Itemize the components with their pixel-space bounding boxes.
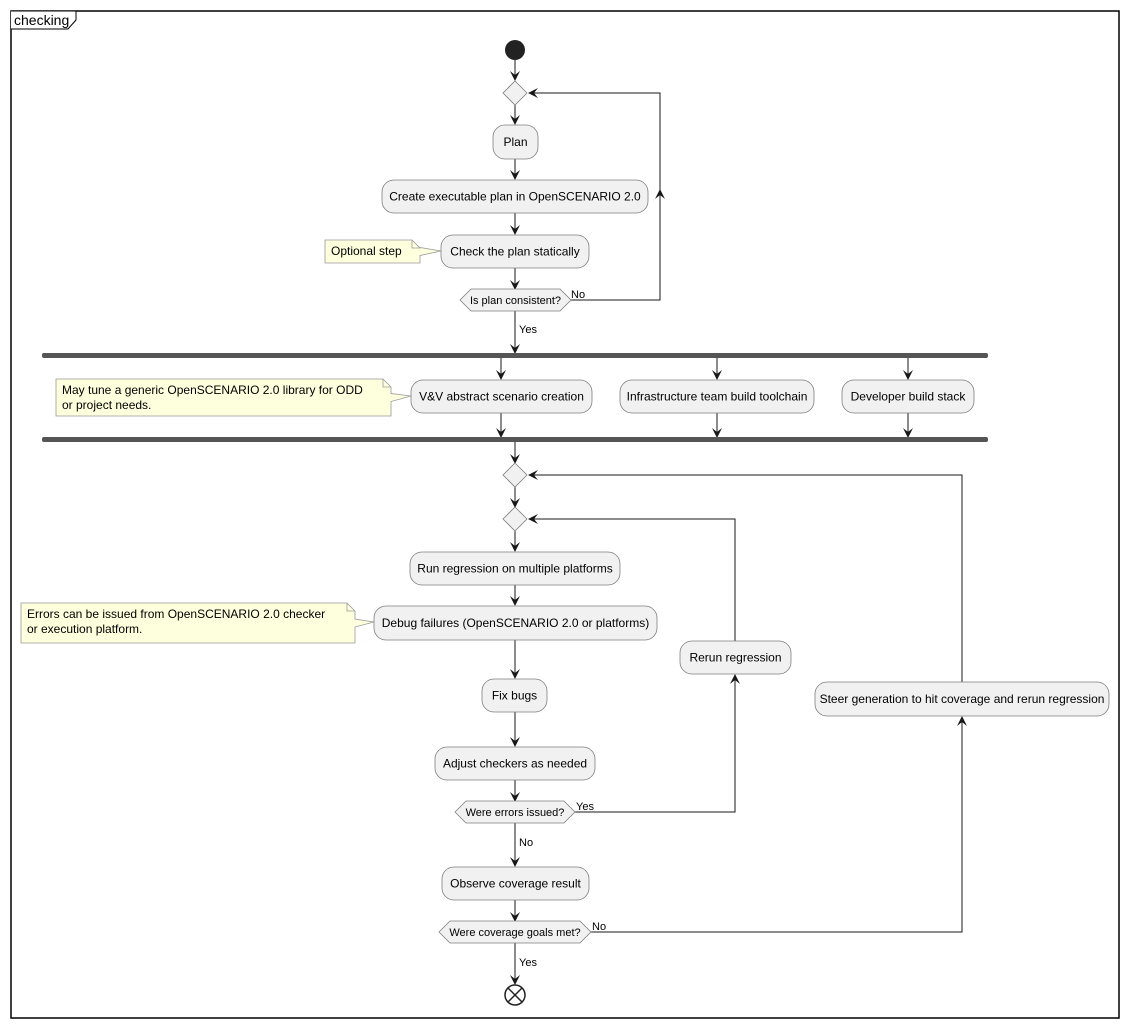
decision-plan-consistent: Is plan consistent? (459, 288, 572, 312)
activity-label: Debug failures (OpenSCENARIO 2.0 or plat… (382, 616, 649, 630)
activity-adjust-checkers: Adjust checkers as needed (434, 746, 596, 781)
activity-label: Adjust checkers as needed (443, 757, 587, 771)
join-bar (42, 437, 988, 442)
activity-label: Rerun regression (689, 651, 781, 665)
activity-check-plan: Check the plan statically (440, 234, 590, 269)
activity-label: Create executable plan in OpenSCENARIO 2… (389, 190, 641, 204)
merge-diamond-regression (502, 506, 528, 532)
activity-debug-failures: Debug failures (OpenSCENARIO 2.0 or plat… (373, 605, 658, 641)
note-errors-source: Errors can be issued from OpenSCENARIO 2… (20, 602, 375, 644)
edge-label-errors-no: No (519, 837, 533, 849)
activity-label: Infrastructure team build toolchain (627, 390, 808, 404)
activity-create-plan: Create executable plan in OpenSCENARIO 2… (381, 179, 649, 214)
activity-label: Check the plan statically (450, 245, 579, 259)
activity-rerun-regression: Rerun regression (679, 640, 792, 675)
note-optional-step: Optional step (324, 239, 442, 264)
note-line: or execution platform. (27, 622, 142, 636)
activity-run-regression: Run regression on multiple platforms (409, 551, 621, 586)
fork-bar (42, 353, 988, 358)
note-line: Errors can be issued from OpenSCENARIO 2… (27, 607, 325, 621)
merge-diamond-coverage (502, 462, 528, 488)
activity-vv-scenario: V&V abstract scenario creation (410, 379, 593, 414)
activity-plan: Plan (492, 124, 539, 160)
activity-label: Run regression on multiple platforms (417, 562, 612, 576)
activity-developer-stack: Developer build stack (841, 379, 975, 414)
activity-fix-bugs: Fix bugs (481, 678, 548, 713)
frame-title: checking (14, 12, 69, 28)
decision-label: Is plan consistent? (470, 295, 561, 307)
decision-label: Were errors issued? (466, 807, 565, 819)
start-node (505, 40, 525, 60)
merge-diamond-plan (502, 80, 528, 106)
activity-steer-generation: Steer generation to hit coverage and rer… (814, 681, 1110, 717)
activity-label: Developer build stack (851, 390, 967, 404)
note-line: or project needs. (62, 398, 151, 412)
note-line: May tune a generic OpenSCENARIO 2.0 libr… (62, 383, 363, 397)
note-tune-library: May tune a generic OpenSCENARIO 2.0 libr… (55, 378, 412, 417)
decision-errors-issued: Were errors issued? (454, 800, 576, 824)
edge-label-plan-yes: Yes (519, 324, 537, 336)
activity-label: Plan (503, 135, 527, 149)
activity-infra-toolchain: Infrastructure team build toolchain (619, 379, 815, 414)
edge-label-errors-yes: Yes (576, 801, 594, 813)
note-line: Optional step (331, 244, 402, 258)
edge-label-coverage-yes: Yes (519, 957, 537, 969)
activity-diagram: checking PlanCreate executable plan in O… (10, 10, 1120, 1019)
activities: Plan Create executable plan in OpenSCENAR… (373, 124, 1110, 901)
decision-label: Were coverage goals met? (449, 927, 580, 939)
edge-label-coverage-no: No (592, 921, 606, 933)
activity-label: V&V abstract scenario creation (419, 390, 584, 404)
activity-label: Observe coverage result (450, 877, 581, 891)
decision-coverage-met: Were coverage goals met? (438, 920, 592, 944)
end-node (504, 984, 526, 1006)
activity-label: Steer generation to hit coverage and rer… (820, 692, 1105, 706)
activity-label: Fix bugs (492, 689, 537, 703)
activity-observe-coverage: Observe coverage result (441, 866, 590, 901)
edge-label-plan-no: No (571, 289, 585, 301)
